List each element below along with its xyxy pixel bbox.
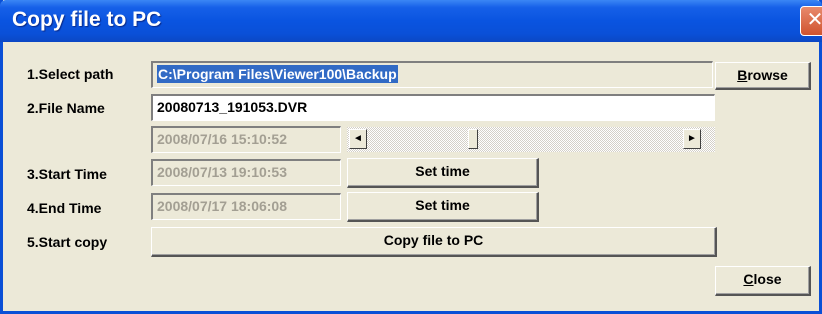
path-value: C:\Program Files\Viewer100\Backup xyxy=(157,65,398,83)
title-bar[interactable]: Copy file to PC ✕ xyxy=(0,0,822,42)
path-field[interactable]: C:\Program Files\Viewer100\Backup xyxy=(151,61,713,88)
close-button[interactable]: Close xyxy=(715,266,811,296)
end-time-field: 2008/07/17 18:06:08 xyxy=(151,193,341,220)
dialog-title: Copy file to PC xyxy=(12,8,162,31)
scroll-left-icon[interactable]: ◄ xyxy=(349,129,367,149)
file-name-field[interactable]: 20080713_191053.DVR xyxy=(151,94,715,121)
start-time-label: 3.Start Time xyxy=(27,166,107,182)
browse-button[interactable]: Browse xyxy=(715,62,811,90)
close-label: lose xyxy=(753,271,782,287)
copy-file-dialog: Copy file to PC ✕ 1.Select path C:\Progr… xyxy=(0,0,822,314)
browse-label: rowse xyxy=(747,67,788,83)
time-scrollbar[interactable]: ◄ ► xyxy=(347,127,715,152)
copy-file-button[interactable]: Copy file to PC xyxy=(151,227,717,257)
start-time-field: 2008/07/13 19:10:53 xyxy=(151,159,341,186)
select-path-label: 1.Select path xyxy=(27,66,114,82)
close-mnemonic: C xyxy=(743,271,754,287)
set-start-time-button[interactable]: Set time xyxy=(347,158,539,188)
file-name-label: 2.File Name xyxy=(27,100,105,116)
scroll-right-icon[interactable]: ► xyxy=(683,129,701,149)
close-icon[interactable]: ✕ xyxy=(800,6,822,36)
current-time-field: 2008/07/16 15:10:52 xyxy=(151,126,341,153)
scroll-thumb[interactable] xyxy=(468,129,478,149)
browse-mnemonic: B xyxy=(737,67,748,83)
set-end-time-button[interactable]: Set time xyxy=(347,192,539,222)
start-copy-label: 5.Start copy xyxy=(27,234,108,250)
end-time-label: 4.End Time xyxy=(27,200,102,216)
